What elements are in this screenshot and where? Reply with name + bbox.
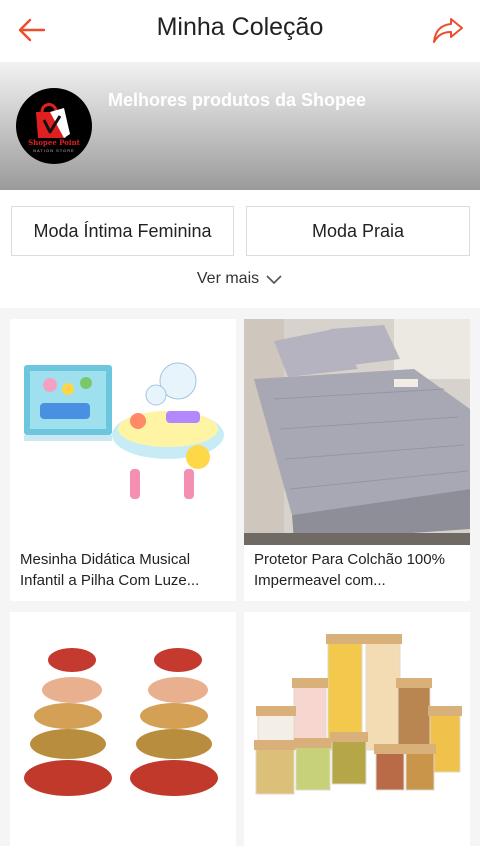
shop-logo[interactable]: Shopee Point NATION STORE [16, 88, 92, 164]
shop-logo-subtext: NATION STORE [33, 148, 75, 153]
product-name: Mesinha Didática Musical Infantil a Pilh… [20, 551, 200, 589]
top-bar: Minha Coleção [0, 0, 480, 62]
shop-logo-text: Shopee Point [28, 138, 80, 147]
category-button-moda-praia[interactable]: Moda Praia [246, 206, 470, 256]
product-card[interactable]: Protetor Para Colchão 100% Impermeavel c… [244, 319, 470, 601]
see-more-button[interactable]: Ver mais [0, 270, 480, 288]
page-title: Minha Coleção [156, 13, 324, 41]
product-card[interactable]: Mesinha Didática Musical Infantil a Pilh… [10, 319, 236, 601]
chevron-down-icon [266, 275, 282, 284]
product-card[interactable] [10, 612, 236, 846]
shop-banner: Shopee Point NATION STORE Melhores produ… [0, 62, 480, 190]
product-image-glass-bowls [10, 612, 236, 838]
see-more-label: Ver mais [196, 270, 260, 287]
product-card[interactable] [244, 612, 470, 846]
product-name: Protetor Para Colchão 100% Impermeavel c… [254, 551, 445, 589]
share-icon[interactable] [430, 12, 466, 48]
banner-title: Melhores produtos da Shopee [108, 90, 367, 110]
product-image-musical-table [10, 319, 236, 545]
category-button-moda-intima[interactable]: Moda Íntima Feminina [11, 206, 234, 256]
category-section: Moda Íntima Feminina Moda Praia Ver mais [0, 190, 480, 308]
product-image-storage-jars [244, 612, 470, 838]
product-image-mattress-protector [244, 319, 470, 545]
